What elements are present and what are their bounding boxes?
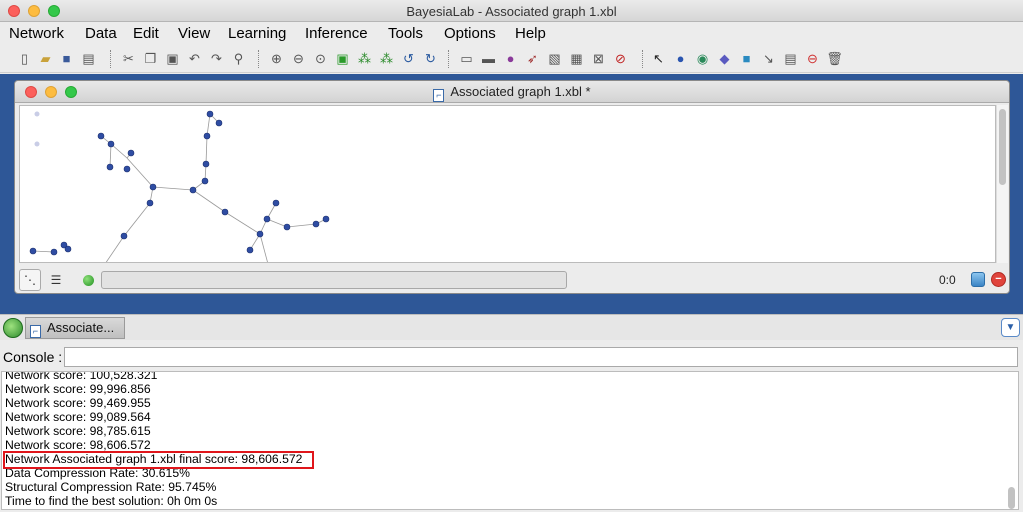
copy-icon[interactable]: ❐	[142, 50, 159, 67]
window-title-bar: BayesiaLab - Associated graph 1.xbl	[0, 0, 1023, 22]
arc-tool-icon[interactable]: ↘	[760, 50, 777, 67]
window-tab-bar: ⌐ Associate... ▼	[0, 314, 1023, 340]
pointer-icon[interactable]: ↖	[650, 50, 667, 67]
graph-mode-icon[interactable]: ⋱	[19, 269, 41, 291]
menu-help[interactable]: Help	[515, 25, 546, 42]
log-line: Network score: 100,528.321	[5, 371, 158, 382]
rotate-right-icon[interactable]: ↻	[422, 50, 439, 67]
status-ratio: 0:0	[939, 273, 956, 287]
paste-icon[interactable]: ▣	[164, 50, 181, 67]
graph-document-icon: ⌐	[433, 89, 445, 102]
main-toolbar: ▯ ▰ ■ ▤ ✂ ❐ ▣ ↶ ↷ ⚲ ⊕ ⊖ ⊙ ▣ ⁂ ⁂ ↺ ↻ ▭ ▬ …	[0, 45, 1023, 73]
progress-bar	[101, 271, 567, 289]
menu-network[interactable]: Network	[9, 25, 64, 42]
log-line: Structural Compression Rate: 95.745%	[5, 480, 217, 494]
validation-mode-icon[interactable]	[3, 318, 23, 338]
arc-icon[interactable]: ●	[502, 50, 519, 67]
rotate-left-icon[interactable]: ↺	[400, 50, 417, 67]
stop-red-icon[interactable]: −	[991, 272, 1006, 287]
forbid-icon[interactable]: ⊘	[612, 50, 629, 67]
graph-vertical-scrollbar[interactable]	[996, 105, 1008, 263]
hide-icon[interactable]: ⊠	[590, 50, 607, 67]
log-line: Network score: 99,469.955	[5, 396, 151, 410]
utility-node-icon[interactable]: ■	[738, 50, 755, 67]
toolbar-separator	[110, 50, 112, 68]
new-file-icon[interactable]: ▯	[16, 50, 33, 67]
cut-icon[interactable]: ✂	[120, 50, 137, 67]
network-graph	[29, 110, 330, 262]
spread-icon[interactable]: ⁂	[378, 50, 395, 67]
monitor-icon[interactable]: ▬	[480, 50, 497, 67]
menu-view[interactable]: View	[178, 25, 210, 42]
console-label: Console :	[3, 349, 63, 365]
undo-icon[interactable]: ↶	[186, 50, 203, 67]
fit-to-window-icon[interactable]: ▣	[334, 50, 351, 67]
find-icon[interactable]: ⚲	[230, 50, 247, 67]
stop-icon[interactable]: ⊖	[804, 50, 821, 67]
zoom-out-icon[interactable]: ⊖	[290, 50, 307, 67]
toolbar-separator	[258, 50, 260, 68]
note-icon[interactable]: ▤	[782, 50, 799, 67]
log-line: Network score: 98,606.572	[5, 438, 151, 452]
final-score-highlight	[3, 451, 314, 469]
graph-window-title: Associated graph 1.xbl *	[450, 84, 591, 99]
toolbar-separator	[448, 50, 450, 68]
window-title: BayesiaLab - Associated graph 1.xbl	[406, 4, 617, 19]
arrow-tool-icon[interactable]: ➶	[524, 50, 541, 67]
menu-options[interactable]: Options	[444, 25, 496, 42]
node-tool-icon[interactable]: ●	[672, 50, 689, 67]
toolbar-separator	[642, 50, 644, 68]
menu-data[interactable]: Data	[85, 25, 117, 42]
constraint-node-icon[interactable]: ◉	[694, 50, 711, 67]
console-log[interactable]: Network score: 100,528.321 Network score…	[1, 371, 1019, 510]
log-line: Time to find the best solution: 0h 0m 0s	[5, 494, 218, 508]
print-icon[interactable]: ▤	[80, 50, 97, 67]
tab-document-icon: ⌐	[30, 325, 41, 338]
tab-associated-graph[interactable]: ⌐ Associate...	[25, 317, 125, 339]
tab-label: Associate...	[47, 320, 115, 335]
zoom-icon[interactable]: ⊙	[312, 50, 329, 67]
grid-icon[interactable]: ▦	[568, 50, 585, 67]
menu-edit[interactable]: Edit	[133, 25, 159, 42]
graph-window-title-bar: ⌐ Associated graph 1.xbl *	[15, 81, 1009, 103]
image-icon[interactable]: ▧	[546, 50, 563, 67]
menu-inference[interactable]: Inference	[305, 25, 368, 42]
decision-node-icon[interactable]: ◆	[716, 50, 733, 67]
chevron-down-icon[interactable]: ▼	[1001, 318, 1020, 337]
node-display-icon[interactable]: ▭	[458, 50, 475, 67]
console-input[interactable]	[64, 347, 1018, 367]
database-icon[interactable]	[971, 272, 985, 287]
open-folder-icon[interactable]: ▰	[37, 50, 54, 67]
graph-status-bar: ⋱ ☰ 0:0 −	[17, 267, 1007, 293]
layout-icon[interactable]: ⁂	[356, 50, 373, 67]
redo-icon[interactable]: ↷	[208, 50, 225, 67]
log-line: Network score: 99,996.856	[5, 382, 151, 396]
menu-learning[interactable]: Learning	[228, 25, 286, 42]
monitor-panel-icon[interactable]: ☰	[45, 269, 67, 291]
graph-window: ⌐ Associated graph 1.xbl * ⋱ ☰ 0:0 −	[14, 80, 1010, 294]
graph-canvas[interactable]	[19, 105, 996, 263]
status-indicator-icon	[83, 275, 94, 286]
graph-arcs	[32, 113, 327, 262]
console-row: Console :	[0, 345, 1023, 369]
log-line: Network score: 98,785.615	[5, 424, 151, 438]
log-scrollbar-thumb[interactable]	[1008, 487, 1015, 509]
log-line: Network score: 99,089.564	[5, 410, 151, 424]
zoom-in-icon[interactable]: ⊕	[268, 50, 285, 67]
graph-nodes	[29, 110, 330, 256]
menu-tools[interactable]: Tools	[388, 25, 423, 42]
trash-icon[interactable]: 🗑	[826, 50, 843, 67]
save-icon[interactable]: ■	[58, 50, 75, 67]
menu-bar: Network Data Edit View Learning Inferenc…	[0, 22, 1023, 44]
scrollbar-thumb[interactable]	[999, 109, 1006, 185]
